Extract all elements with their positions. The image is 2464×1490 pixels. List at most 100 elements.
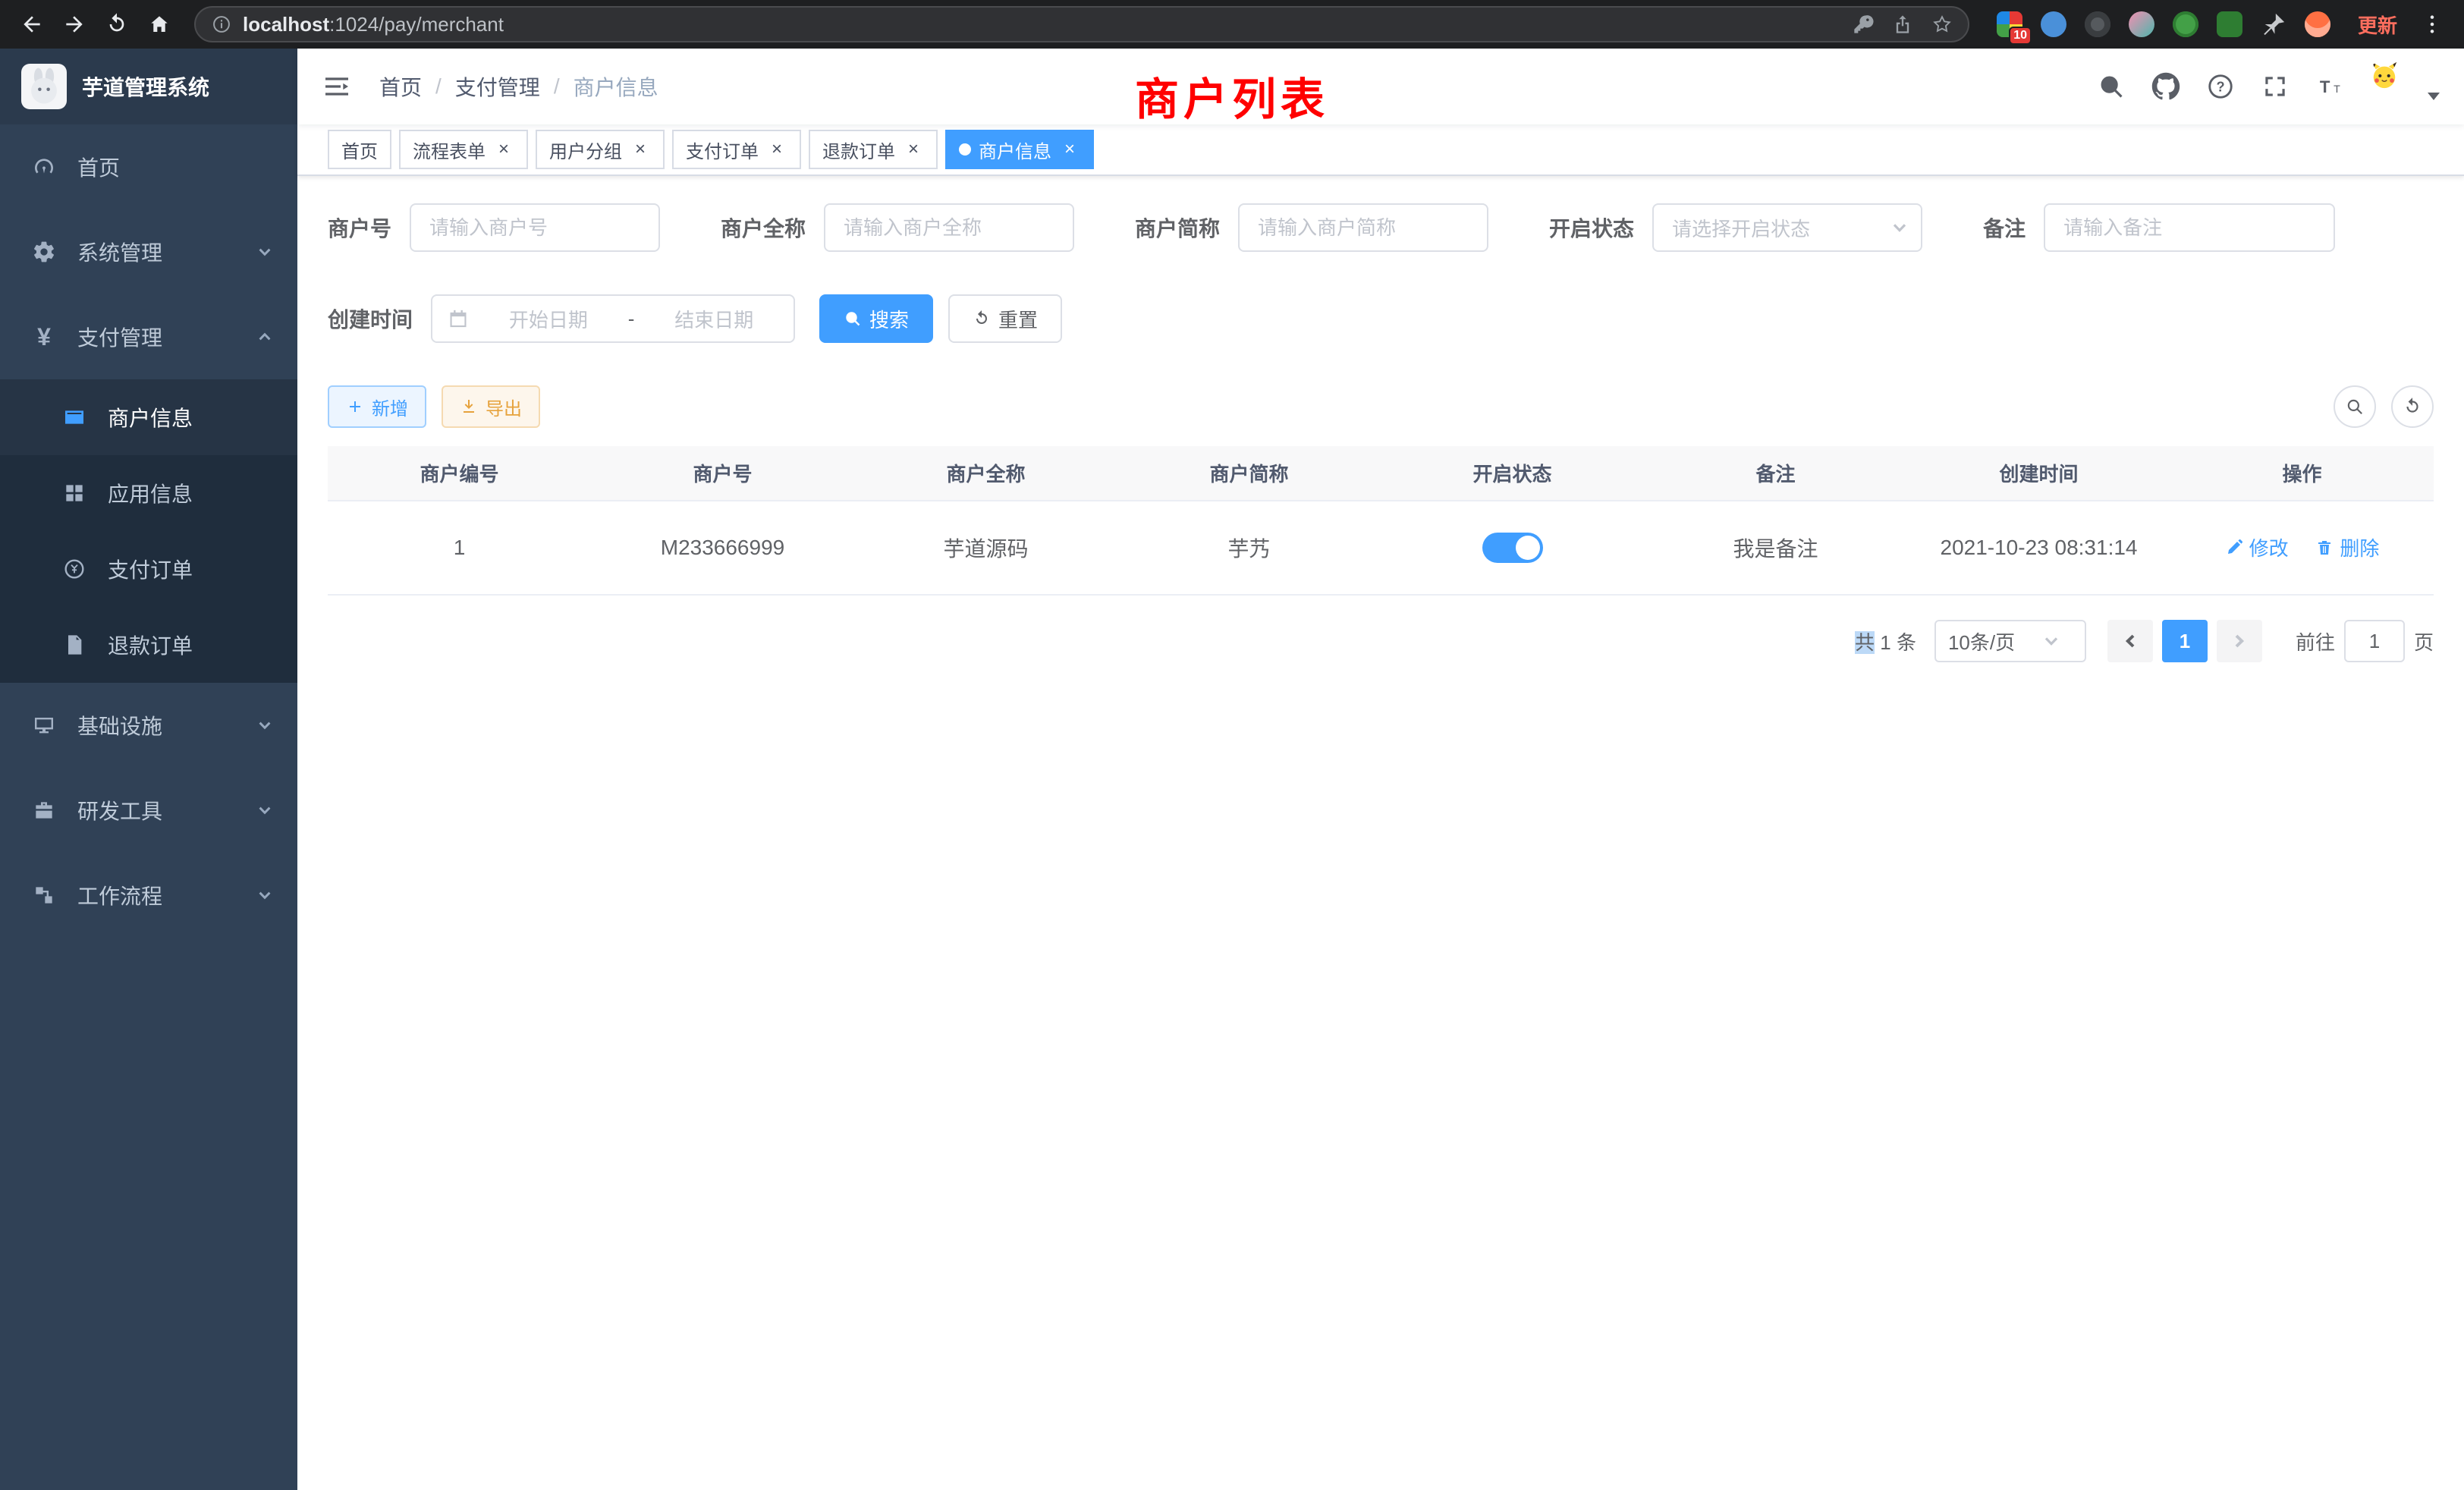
short-name-input[interactable] [1240, 205, 1487, 250]
sidebar-item-label: 工作流程 [77, 880, 162, 910]
extension-pin-icon[interactable] [2261, 11, 2286, 37]
search-icon [844, 310, 862, 328]
goto-page: 前往 页 [2296, 620, 2434, 662]
browser-home-button[interactable] [140, 5, 179, 44]
close-icon[interactable] [766, 139, 787, 160]
close-icon[interactable] [1059, 139, 1080, 160]
browser-refresh-button[interactable] [97, 5, 137, 44]
pay-order-icon [61, 555, 88, 583]
bookmark-star-icon[interactable] [1931, 14, 1953, 35]
navbar-actions: ? TT [2097, 61, 2440, 112]
github-icon[interactable] [2151, 72, 2180, 101]
reset-button[interactable]: 重置 [948, 294, 1062, 343]
profile-avatar-icon[interactable] [2305, 11, 2330, 37]
pagination: 共 1 条 10条/页 1 前往 页 [328, 620, 2434, 662]
fullscreen-icon[interactable] [2261, 72, 2290, 101]
date-range-picker[interactable]: 开始日期 - 结束日期 [431, 294, 795, 343]
site-info-icon[interactable] [211, 14, 232, 35]
browser-menu-button[interactable] [2412, 5, 2452, 44]
extension-blue-drop-icon[interactable] [2041, 11, 2066, 37]
browser-forward-button[interactable] [55, 5, 94, 44]
tab-process-form[interactable]: 流程表单 [399, 130, 528, 169]
tab-pay-order[interactable]: 支付订单 [672, 130, 801, 169]
breadcrumb-current: 商户信息 [574, 71, 658, 102]
breadcrumb-separator [435, 74, 442, 99]
toggle-search-button[interactable] [2334, 385, 2376, 428]
tab-merchant-info[interactable]: 商户信息 [945, 130, 1094, 169]
sidebar-item-app-info[interactable]: 应用信息 [0, 455, 297, 531]
toolbox-icon [30, 797, 58, 824]
credit-card-icon [61, 404, 88, 431]
full-name-input[interactable] [825, 205, 1073, 250]
address-bar[interactable]: localhost:1024/pay/merchant [194, 6, 1969, 42]
cell-merchant-no: M233666999 [591, 501, 854, 595]
breadcrumb-payment[interactable]: 支付管理 [455, 71, 540, 102]
app-logo[interactable]: 芋道管理系统 [0, 49, 297, 124]
table-row: 1 M233666999 芋道源码 芋艿 我是备注 2021-10-23 08:… [328, 501, 2434, 595]
col-actions: 操作 [2170, 446, 2434, 501]
close-icon[interactable] [630, 139, 651, 160]
refresh-table-button[interactable] [2391, 385, 2434, 428]
tab-label: 首页 [341, 137, 378, 163]
dashboard-icon [30, 153, 58, 181]
merchant-no-input[interactable] [411, 205, 658, 250]
delete-link[interactable]: 删除 [2315, 533, 2379, 561]
breadcrumb-home[interactable]: 首页 [379, 71, 422, 102]
sidebar-item-merchant-info[interactable]: 商户信息 [0, 379, 297, 455]
sidebar-item-system[interactable]: 系统管理 [0, 209, 297, 294]
status-item: 开启状态 请选择开启状态 [1549, 203, 1922, 252]
hamburger-icon[interactable] [322, 71, 352, 102]
page-1-button[interactable]: 1 [2162, 620, 2208, 662]
prev-page-button[interactable] [2107, 620, 2153, 662]
close-icon[interactable] [903, 139, 924, 160]
remark-input[interactable] [2045, 205, 2334, 250]
share-icon[interactable] [1892, 14, 1913, 35]
extension-badge: 10 [2009, 27, 2032, 45]
edit-link[interactable]: 修改 [2225, 533, 2289, 561]
extension-green-circle-icon[interactable] [2173, 11, 2198, 37]
add-button[interactable]: 新增 [328, 385, 426, 428]
tab-home[interactable]: 首页 [328, 130, 391, 169]
sidebar-item-infra[interactable]: 基础设施 [0, 683, 297, 768]
page-size-select[interactable]: 10条/页 [1934, 620, 2086, 662]
help-icon[interactable]: ? [2206, 72, 2235, 101]
merchant-table: 商户编号 商户号 商户全称 商户简称 开启状态 备注 创建时间 操作 1 M23… [328, 446, 2434, 596]
extension-green-square-icon[interactable] [2217, 11, 2242, 37]
sidebar-item-payment[interactable]: ¥ 支付管理 [0, 294, 297, 379]
close-icon[interactable] [493, 139, 514, 160]
tab-user-group[interactable]: 用户分组 [536, 130, 665, 169]
chevron-down-icon [2042, 632, 2060, 650]
status-toggle[interactable] [1482, 533, 1543, 563]
sidebar-item-dev-tools[interactable]: 研发工具 [0, 768, 297, 853]
breadcrumb: 首页 支付管理 商户信息 [379, 71, 658, 102]
browser-back-button[interactable] [12, 5, 52, 44]
font-size-icon[interactable]: TT [2315, 72, 2344, 101]
search-icon [2345, 397, 2365, 417]
cell-status [1381, 501, 1644, 595]
search-icon[interactable] [2097, 72, 2126, 101]
sidebar-item-pay-order[interactable]: 支付订单 [0, 531, 297, 607]
sidebar-item-refund-order[interactable]: 退款订单 [0, 607, 297, 683]
goto-page-input[interactable] [2344, 620, 2405, 662]
sidebar-item-workflow[interactable]: 工作流程 [0, 853, 297, 938]
sidebar-item-label: 支付管理 [77, 322, 162, 352]
next-page-button[interactable] [2217, 620, 2262, 662]
sidebar-item-home[interactable]: 首页 [0, 124, 297, 209]
pencil-icon [2225, 539, 2243, 557]
browser-update-button[interactable]: 更新 [2346, 11, 2409, 39]
search-button[interactable]: 搜索 [819, 294, 933, 343]
full-name-input-wrap [824, 203, 1074, 252]
export-button[interactable]: 导出 [442, 385, 540, 428]
user-menu[interactable] [2370, 61, 2440, 112]
extension-dark-circle-icon[interactable] [2085, 11, 2110, 37]
reset-icon [973, 310, 991, 328]
top-navbar: 首页 支付管理 商户信息 ? TT [297, 49, 2464, 124]
search-form-row-1: 商户号 商户全称 商户简称 [328, 203, 2434, 252]
tab-refund-order[interactable]: 退款订单 [809, 130, 938, 169]
workflow-icon [30, 882, 58, 909]
extension-avatar-icon[interactable] [2129, 11, 2154, 37]
extension-pinwheel-icon[interactable]: 10 [1997, 11, 2022, 37]
remark-label: 备注 [1983, 212, 2044, 243]
password-key-icon[interactable] [1853, 14, 1874, 35]
status-select[interactable]: 请选择开启状态 [1652, 203, 1922, 252]
